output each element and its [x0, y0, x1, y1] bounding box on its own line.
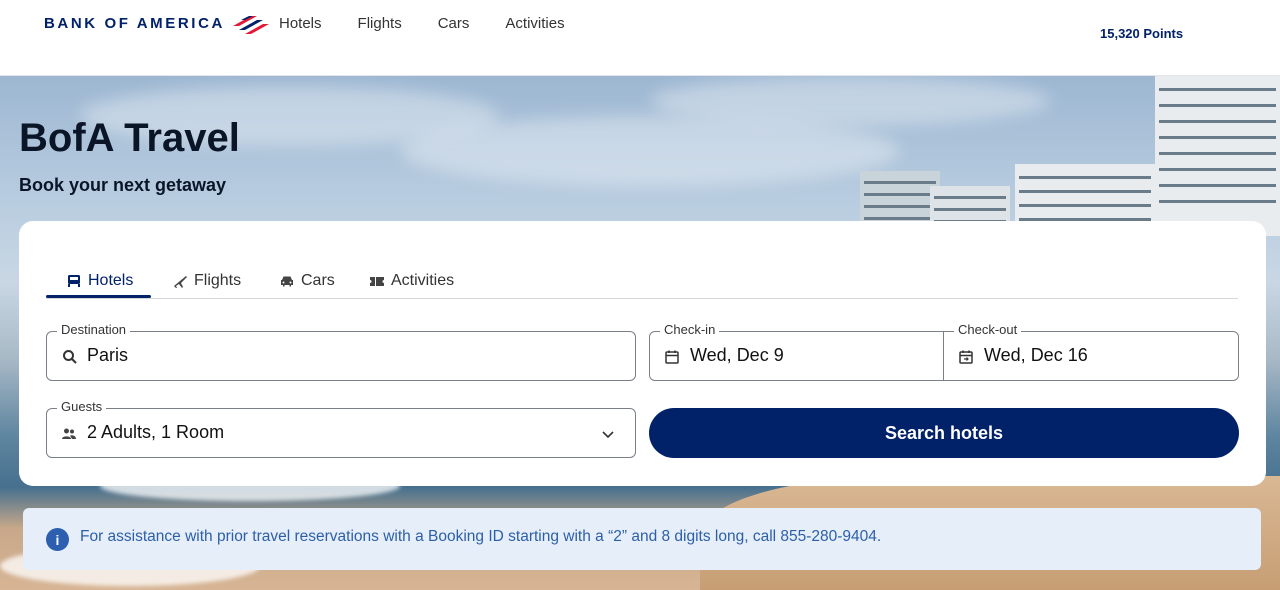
background-building	[1155, 76, 1280, 236]
guests-value: 2 Adults, 1 Room	[87, 422, 225, 442]
tab-activities[interactable]: Activities	[369, 263, 454, 299]
search-hotels-button[interactable]: Search hotels	[649, 408, 1239, 458]
calendar-icon	[959, 350, 973, 364]
assistance-text: For assistance with prior travel reserva…	[80, 528, 882, 545]
tab-cars[interactable]: Cars	[279, 263, 335, 299]
people-icon	[62, 428, 76, 439]
destination-value: Paris	[87, 345, 129, 365]
points-balance[interactable]: 15,320 Points	[1100, 26, 1183, 41]
tab-label: Flights	[194, 272, 242, 289]
ticket-icon	[370, 277, 384, 286]
hero-subtitle: Book your next getaway	[19, 175, 227, 195]
search-icon	[63, 350, 77, 364]
car-icon	[281, 276, 293, 287]
flag-logo-icon	[232, 16, 269, 34]
tab-label: Activities	[391, 272, 455, 289]
tab-label: Cars	[301, 272, 335, 289]
checkin-value: Wed, Dec 9	[690, 345, 784, 365]
tab-hotels[interactable]: Hotels	[66, 263, 133, 299]
chevron-down-icon	[602, 431, 614, 439]
top-nav: Hotels Flights Cars Activities	[279, 15, 601, 32]
logo-text: BANK OF AMERICA	[44, 14, 225, 32]
plane-icon	[174, 276, 187, 288]
background-cloud	[650, 76, 1050, 126]
guests-label: Guests	[57, 399, 107, 414]
tab-label: Hotels	[88, 272, 134, 289]
bed-icon	[68, 275, 80, 287]
checkin-field[interactable]: Check-in Wed, Dec 9	[649, 322, 944, 381]
guests-select[interactable]: Guests 2 Adults, 1 Room	[46, 399, 636, 458]
search-tabs: Hotels Flights Cars Activities	[46, 255, 1238, 299]
nav-cars[interactable]: Cars	[438, 15, 470, 32]
destination-field[interactable]: Destination Paris	[46, 322, 636, 381]
checkout-field[interactable]: Check-out Wed, Dec 16	[943, 322, 1239, 381]
hero-title: BofA Travel	[19, 116, 240, 160]
tab-flights[interactable]: Flights	[172, 263, 241, 299]
destination-label: Destination	[57, 322, 131, 337]
info-icon: i	[46, 528, 69, 551]
checkin-label: Check-in	[660, 322, 720, 337]
bank-of-america-logo[interactable]: BANK OF AMERICA	[44, 12, 269, 34]
checkout-value: Wed, Dec 16	[984, 345, 1088, 365]
top-header: BANK OF AMERICA Hotels Flights Cars Acti…	[0, 0, 1280, 76]
background-cloud	[400, 116, 900, 186]
checkout-label: Check-out	[954, 322, 1022, 337]
calendar-icon	[665, 350, 679, 364]
nav-hotels[interactable]: Hotels	[279, 15, 322, 32]
assistance-info-banner: i For assistance with prior travel reser…	[23, 508, 1261, 570]
nav-activities[interactable]: Activities	[505, 15, 564, 32]
nav-flights[interactable]: Flights	[358, 15, 402, 32]
active-tab-indicator	[46, 295, 151, 298]
search-card: Hotels Flights Cars Activities Destinati…	[19, 221, 1266, 486]
